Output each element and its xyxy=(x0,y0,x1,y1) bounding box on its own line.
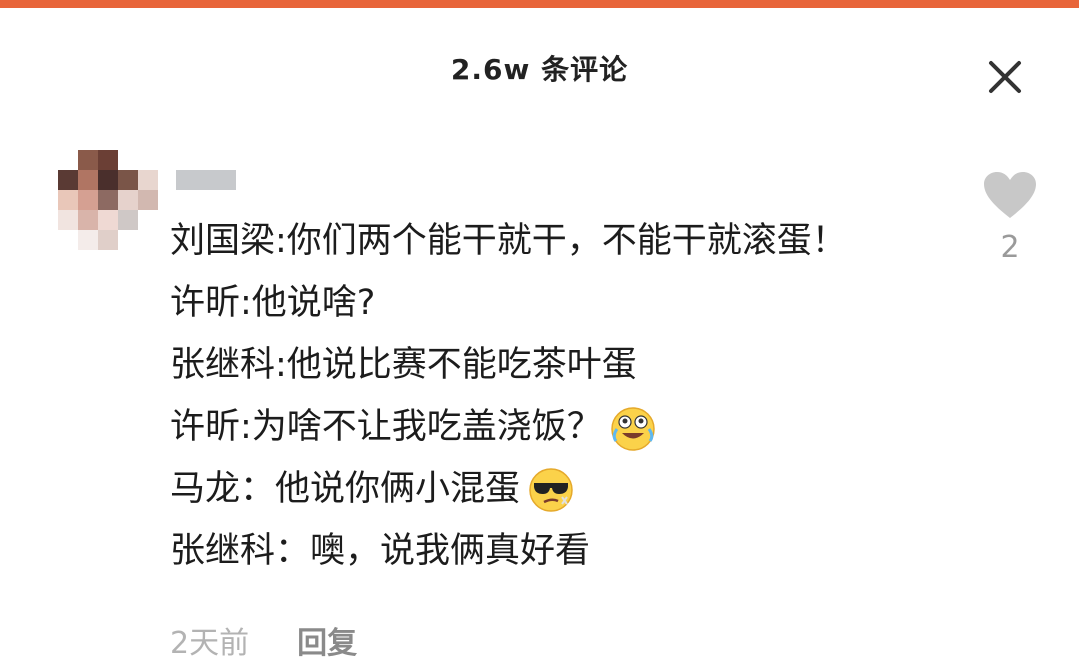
heart-icon xyxy=(984,172,1036,218)
comment-count-title: 2.6w 条评论 xyxy=(450,53,629,86)
laughing-crying-emoji-icon xyxy=(611,407,655,451)
avatar[interactable] xyxy=(58,150,158,250)
close-icon xyxy=(989,61,1021,93)
close-button[interactable] xyxy=(980,52,1030,102)
comment-footer: 2天前 回复 xyxy=(170,618,357,662)
comment-line: 许昕:为啥不让我吃盖浇饭？ xyxy=(170,396,950,458)
top-accent-strip xyxy=(0,0,1079,8)
comment-line: 张继科:他说比赛不能吃茶叶蛋 xyxy=(170,345,637,385)
comment-time: 2天前 xyxy=(170,626,250,661)
comment-body: 刘国梁:你们两个能干就干，不能干就滚蛋！ 许昕:他说啥? 张继科:他说比赛不能吃… xyxy=(170,210,950,582)
blurred-username[interactable] xyxy=(176,170,236,190)
reply-button[interactable]: 回复 xyxy=(297,618,357,662)
like-button[interactable]: 2 xyxy=(982,170,1038,265)
comment-line: 刘国梁:你们两个能干就干，不能干就滚蛋！ xyxy=(170,221,847,261)
like-count: 2 xyxy=(1000,230,1020,265)
sunglasses-emoji-icon xyxy=(529,468,573,512)
comments-sheet: 2.6w 条评论 刘国梁:你们两个能干就干，不能干就滚蛋！ 许昕:他说啥? 张继… xyxy=(0,8,1079,661)
comment-line: 马龙：他说你俩小混蛋 xyxy=(170,458,950,520)
comment-line: 许昕:他说啥? xyxy=(170,283,376,323)
comment-line: 张继科：噢，说我俩真好看 xyxy=(170,531,591,571)
